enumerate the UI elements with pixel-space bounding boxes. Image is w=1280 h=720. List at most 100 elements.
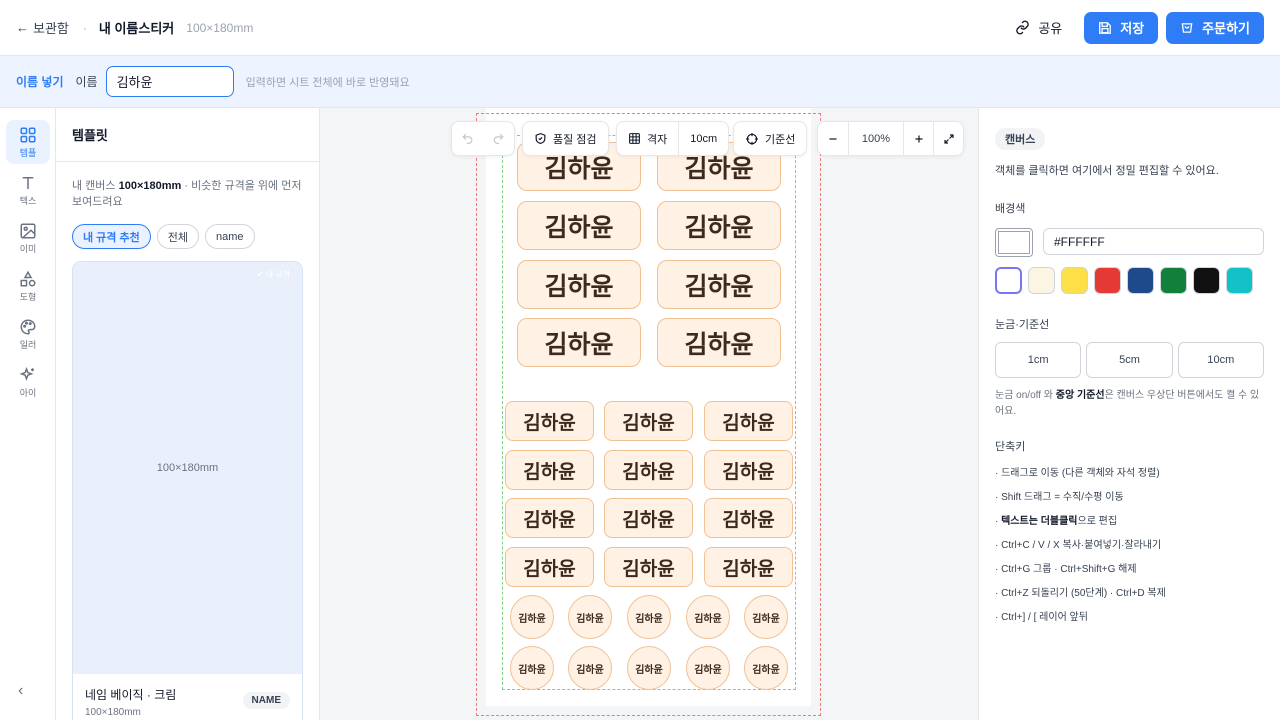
order-label: 주문하기 [1202,21,1250,36]
crosshair-icon [746,132,758,145]
name-sticker[interactable]: 김하윤 [657,201,781,250]
shortcut-item: · Ctrl+G 그룹 · Ctrl+Shift+G 해제 [995,564,1137,575]
document-size: 100×180mm [186,20,254,35]
undo-button[interactable] [452,122,483,155]
palette-icon [20,318,36,335]
color-swatch[interactable] [1061,267,1088,294]
name-sticker[interactable]: 김하윤 [744,595,788,639]
name-sticker[interactable]: 김하윤 [510,646,554,690]
shortcut-item: · 드래그로 이동 (다른 객체와 자석 정렬) [995,468,1160,479]
name-sticker[interactable]: 김하윤 [704,498,793,538]
grid-option-10cm[interactable]: 10cm [1177,342,1264,378]
background-color-title: 배경색 [995,203,1026,215]
name-sticker[interactable]: 김하윤 [517,201,641,250]
name-sticker[interactable]: 김하윤 [517,318,641,367]
rail-item-illustration[interactable]: 일러 [6,312,50,356]
properties-hint: 객체를 클릭하면 여기에서 정밀 편집할 수 있어요. [995,165,1219,177]
guide-toggle-button[interactable]: 기준선 [733,121,808,156]
rail-label: 템플 [19,147,37,158]
zoom-out-button[interactable] [818,122,848,155]
grid-option-5cm[interactable]: 5cm [1086,342,1173,378]
rail-item-icons[interactable]: 아이 [6,360,50,404]
color-swatch[interactable] [1127,267,1154,294]
name-sticker[interactable]: 김하윤 [657,318,781,367]
grid-note: 눈금 on/off 와 중앙 기준선은 캔버스 우상단 버튼에서도 켤 수 있어… [995,390,1260,417]
name-sticker[interactable]: 김하윤 [604,498,693,538]
color-swatch[interactable] [1094,267,1121,294]
color-swatch[interactable] [1028,267,1055,294]
rail-item-shapes[interactable]: 도형 [6,264,50,308]
background-hex-input[interactable]: #FFFFFF [1043,228,1264,255]
back-label: 보관함 [33,21,69,36]
grid-lines-icon [629,133,640,144]
background-color-picker[interactable] [995,228,1033,257]
name-sticker[interactable]: 김하윤 [505,547,594,587]
order-button[interactable]: 주문하기 [1166,11,1264,44]
color-swatch[interactable] [1193,267,1220,294]
name-sticker[interactable]: 김하윤 [604,401,693,441]
name-input[interactable] [105,66,234,97]
collapse-panel-icon[interactable]: ‹ [18,682,23,700]
name-sticker[interactable]: 김하윤 [627,595,671,639]
name-sticker[interactable]: 김하윤 [604,547,693,587]
grid-toggle-button[interactable]: 격자 [617,122,678,155]
name-sticker[interactable]: 김하윤 [704,401,793,441]
my-size-badge: ✔ 내 규격 [256,270,290,279]
zoom-in-button[interactable] [903,122,933,155]
template-panel-desc: 내 캔버스 100×180mm · 비슷한 규격을 위에 먼저 보여드려요 [72,180,302,208]
color-swatch[interactable] [1226,267,1253,294]
top-header: ← 보관함 · 내 이름스티커 100×180mm 공유 저장 주문하기 [0,0,1280,56]
name-sticker[interactable]: 김하윤 [510,595,554,639]
template-card[interactable]: ✔ 내 규격 100×180mm 네임 베이직 · 크림 100×180mm N… [72,261,303,720]
share-button[interactable]: 공유 [1001,12,1076,44]
save-button[interactable]: 저장 [1084,11,1159,44]
zoom-level[interactable]: 100% [848,122,903,155]
shortcut-list: · 드래그로 이동 (다른 객체와 자석 정렬) · Shift 드래그 = 수… [995,462,1264,630]
name-sticker[interactable]: 김하윤 [505,450,594,490]
rail-item-templates[interactable]: 템플 [6,120,50,164]
name-sticker[interactable]: 김하윤 [505,498,594,538]
chip-my-size[interactable]: 내 규격 추천 [72,224,151,249]
name-sticker[interactable]: 김하윤 [627,646,671,690]
redo-icon [493,133,504,144]
color-swatch[interactable] [1160,267,1187,294]
expand-icon [943,133,954,144]
name-sticker[interactable]: 김하윤 [686,595,730,639]
rail-item-image[interactable]: 이미 [6,216,50,260]
tool-rail: 템플 텍스 이미 도형 일러 아이 ‹ [0,108,56,720]
rail-item-text[interactable]: 텍스 [6,168,50,212]
template-tag: NAME [242,692,290,709]
quality-check-button[interactable]: 품질 점검 [522,121,609,156]
name-sticker[interactable]: 김하윤 [704,450,793,490]
shortcut-item: · Shift 드래그 = 수직/수평 이동 [995,492,1124,503]
template-panel-title: 템플릿 [56,108,319,162]
redo-button[interactable] [483,122,514,155]
share-label: 공유 [1038,21,1063,36]
shortcut-item: · 텍스트는 더블클릭으로 편집 [995,516,1118,527]
name-field-label: 이름 [75,75,98,89]
name-sticker[interactable]: 김하윤 [657,260,781,309]
template-panel: 템플릿 내 캔버스 100×180mm · 비슷한 규격을 위에 먼저 보여드려… [56,108,320,720]
shield-check-icon [535,132,546,144]
name-sticker[interactable]: 김하윤 [686,646,730,690]
selection-type-tag: 캔버스 [995,128,1046,150]
chip-name[interactable]: name [204,224,255,249]
back-to-library-link[interactable]: ← 보관함 [16,18,69,37]
canvas-area: 김하윤 김하윤 김하윤 김하윤 김하윤 김하윤 김하윤 김하윤 김하윤 김하윤 김하윤 김하윤 김하윤 김… [320,108,978,720]
grid-option-1cm[interactable]: 1cm [995,342,1082,378]
chip-all[interactable]: 전체 [156,224,199,249]
rail-label: 도형 [19,291,37,302]
color-swatch[interactable] [995,267,1022,294]
name-sticker[interactable]: 김하윤 [568,595,612,639]
name-sticker[interactable]: 김하윤 [505,401,594,441]
name-sticker[interactable]: 김하윤 [744,646,788,690]
name-sticker[interactable]: 김하윤 [704,547,793,587]
name-sticker[interactable]: 김하윤 [604,450,693,490]
history-toolbar [451,121,515,156]
fullscreen-button[interactable] [933,122,963,155]
name-sticker[interactable]: 김하윤 [517,260,641,309]
grid-label: 격자 [647,133,668,146]
link-icon [1016,20,1030,35]
name-sticker[interactable]: 김하윤 [568,646,612,690]
grid-size-dropdown[interactable]: 10cm [678,122,728,155]
